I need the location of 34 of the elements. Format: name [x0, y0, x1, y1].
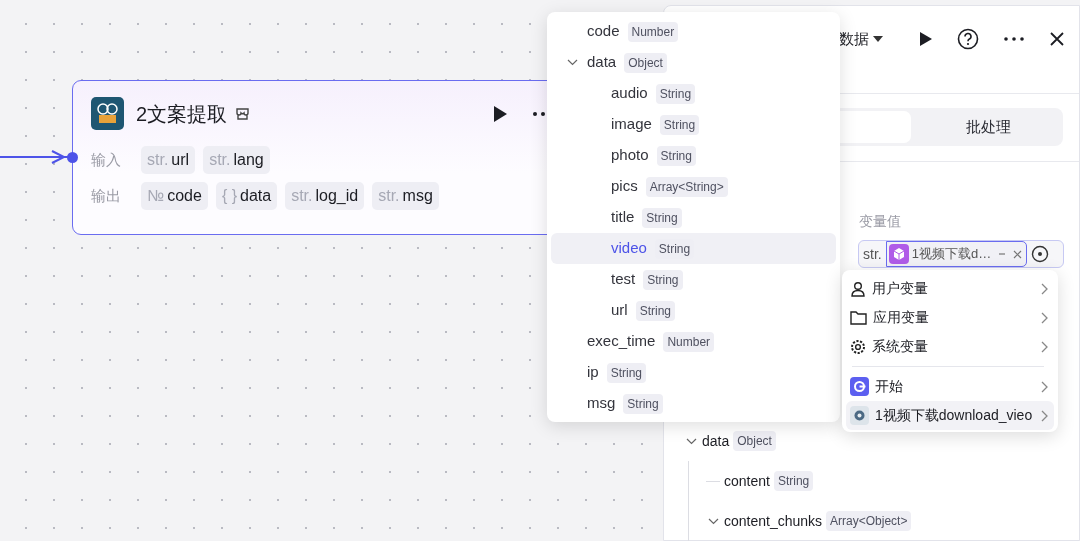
port-tag[interactable]: str. url — [141, 146, 196, 174]
menu-item[interactable]: 开始 — [846, 372, 1054, 401]
row-label: 输入 — [91, 149, 122, 170]
type-tag: String — [773, 471, 814, 491]
menu-item[interactable]: 应用变量 — [846, 303, 1054, 332]
menu-item[interactable]: 1视频下载download_vieo — [846, 401, 1054, 430]
type-tag: Object — [733, 431, 776, 451]
menu-item[interactable]: url String — [551, 295, 836, 326]
variable-field[interactable]: str. 1视频下载d… — [858, 240, 1064, 268]
node-title: 2文案提取 — [136, 101, 228, 127]
port-tag[interactable]: str. lang — [203, 146, 270, 174]
menu-item[interactable]: code Number — [551, 16, 836, 47]
menu-item[interactable]: 用户变量 — [846, 274, 1054, 303]
menu-item[interactable]: ip String — [551, 357, 836, 388]
port-tag[interactable]: № code — [141, 182, 208, 210]
row-label: 输出 — [91, 185, 122, 206]
menu-item[interactable]: 系统变量 — [846, 332, 1054, 361]
type-prefix: str. — [862, 244, 883, 264]
field-name: content — [724, 471, 770, 491]
variable-tag[interactable]: 1视频下载d… — [885, 241, 1028, 267]
menu-item[interactable]: test String — [551, 264, 836, 295]
menu-item[interactable]: video String — [551, 233, 836, 264]
port-tag[interactable]: str. msg — [372, 182, 439, 210]
field-name: content_chunks — [724, 511, 823, 531]
port-tag[interactable]: str. log_id — [285, 182, 365, 210]
variable-value: 1视频下载d… — [911, 245, 992, 264]
type-tag: Array<Object> — [826, 511, 912, 531]
menu-item[interactable]: exec_time Number — [551, 326, 836, 357]
field-name: data — [702, 431, 730, 451]
menu-item[interactable]: msg String — [551, 388, 836, 419]
menu-item[interactable]: data Object — [551, 47, 836, 78]
field-label: 变量值 — [859, 212, 901, 231]
port-tag[interactable]: { } data — [215, 182, 278, 210]
panel-title[interactable]: 数据 — [839, 27, 883, 51]
